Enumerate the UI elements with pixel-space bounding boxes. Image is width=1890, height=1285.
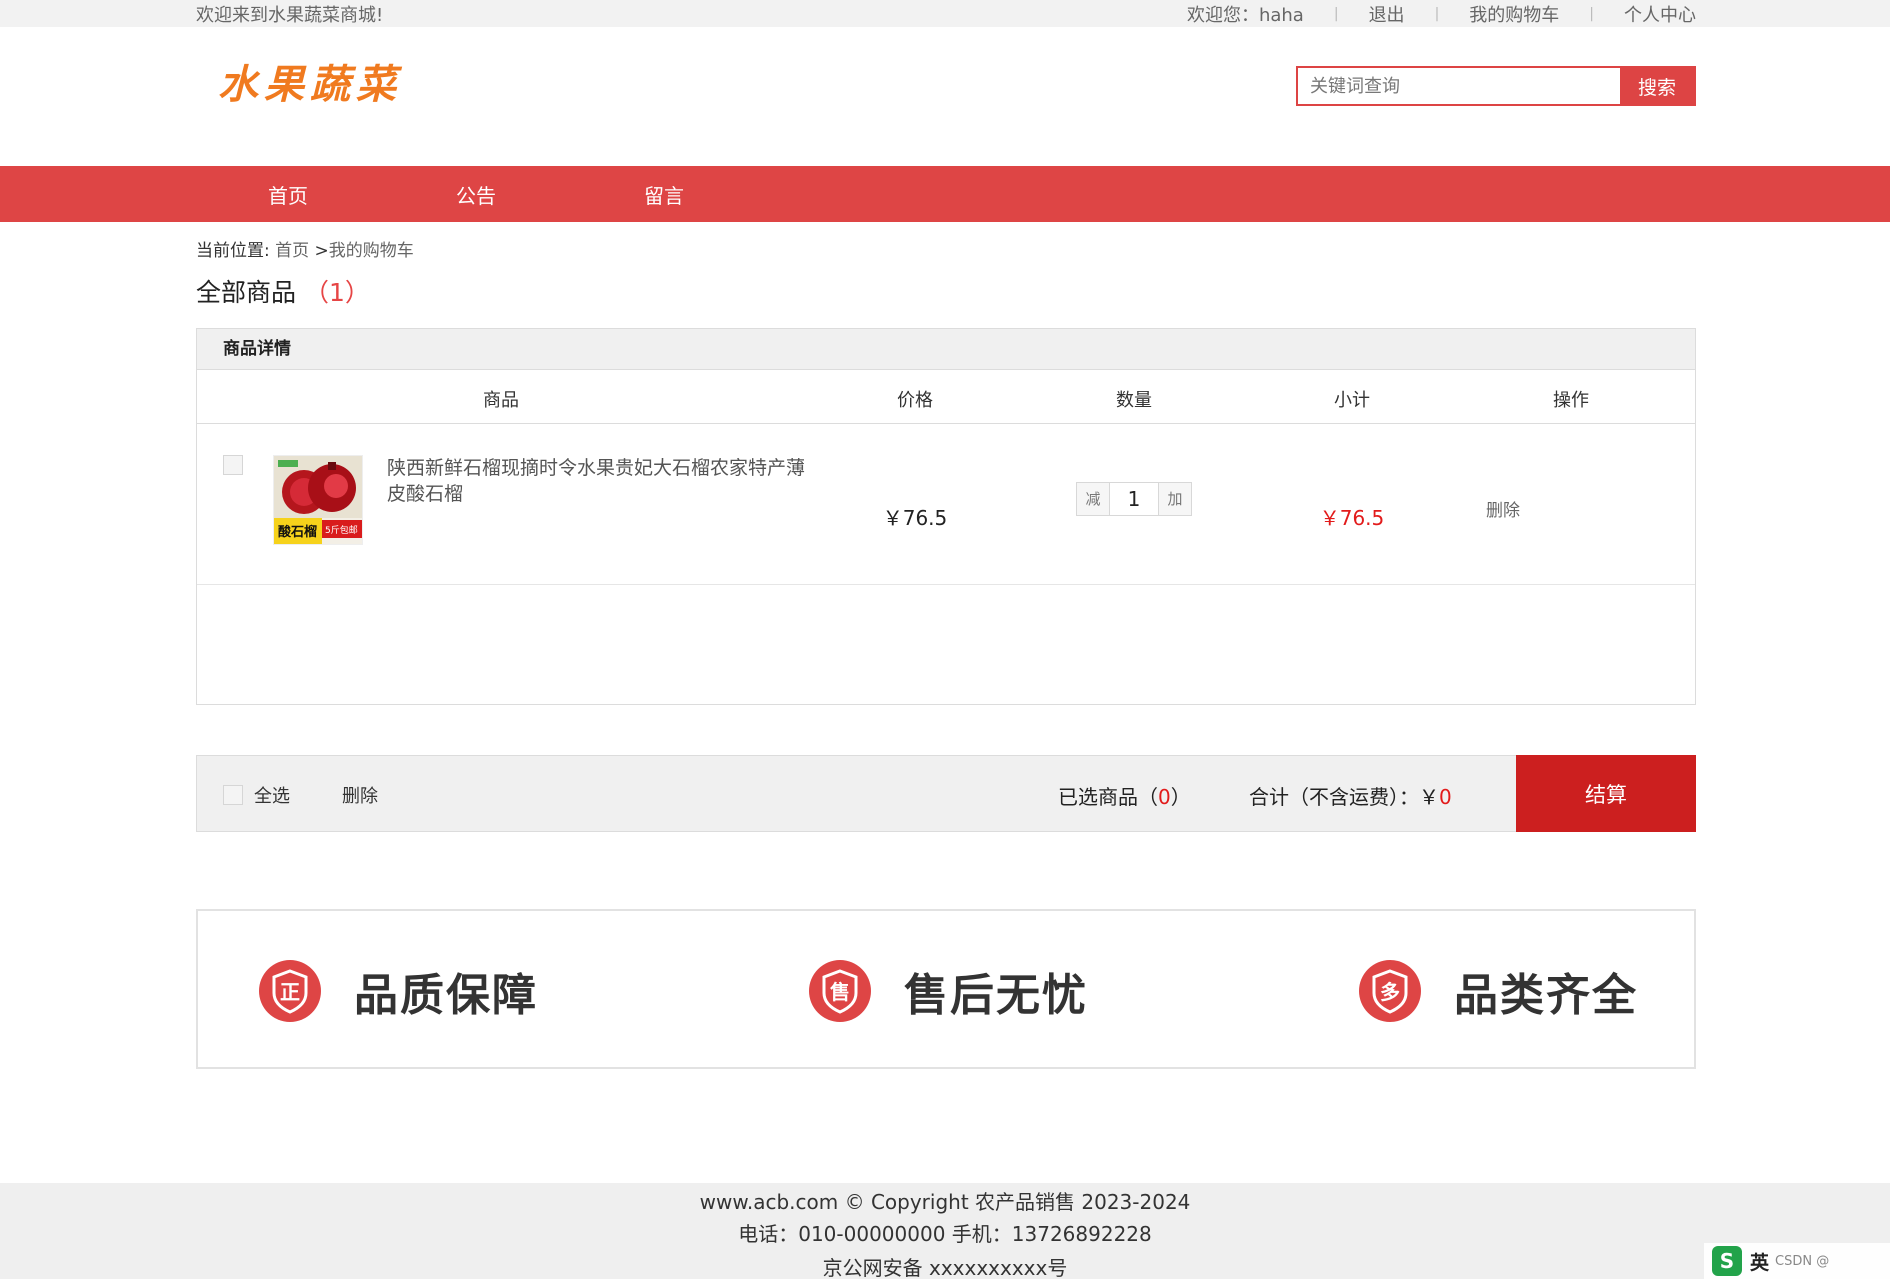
search-button[interactable]: 搜索 — [1620, 68, 1694, 104]
qty-input[interactable]: 1 — [1109, 483, 1159, 515]
main-nav: 首页 公告 留言 — [0, 166, 1890, 222]
product-image[interactable]: 酸石榴 5斤包邮 — [273, 455, 363, 545]
pomegranate-image: 酸石榴 5斤包邮 — [274, 456, 362, 544]
site-logo[interactable]: 水果蔬菜 — [218, 52, 402, 110]
top-links: 欢迎您：haha | 退出 | 我的购物车 | 个人中心 — [1187, 1, 1696, 27]
total-value: 0 — [1439, 785, 1452, 809]
cart-table: 商品详情 商品 价格 数量 小计 操作 酸石榴 5斤包邮 陕西新鲜石榴现摘时令水… — [196, 328, 1696, 705]
breadcrumb: 当前位置: 首页 >我的购物车 — [196, 236, 414, 261]
guarantee-quality: 正 品质保障 — [258, 959, 538, 1023]
breadcrumb-current: 我的购物车 — [328, 241, 414, 261]
checkout-button[interactable]: 结算 — [1516, 755, 1696, 832]
delete-item-link[interactable]: 删除 — [1486, 496, 1520, 521]
site-footer: www.acb.com © Copyright 农产品销售 2023-2024 … — [0, 1183, 1890, 1280]
guarantee-label: 品类齐全 — [1454, 970, 1638, 1021]
breadcrumb-label: 当前位置: — [196, 241, 270, 261]
svg-text:正: 正 — [280, 980, 300, 1004]
page-title: 全部商品 （1） — [196, 273, 370, 309]
total-amount: 合计（不含运费）：￥0 — [1249, 781, 1452, 810]
col-subtotal: 小计 — [1334, 390, 1370, 411]
nav-item-message[interactable]: 留言 — [644, 180, 684, 209]
item-checkbox[interactable] — [223, 455, 243, 475]
svg-text:多: 多 — [1380, 980, 1400, 1004]
ime-toolbar[interactable]: S 英 CSDN @ — [1704, 1243, 1890, 1279]
guarantee-label: 售后无忧 — [904, 970, 1088, 1021]
title-text: 全部商品 — [196, 278, 297, 307]
select-all-label[interactable]: 全选 — [254, 782, 290, 808]
breadcrumb-home-link[interactable]: 首页 — [275, 241, 309, 261]
item-count: （1） — [304, 278, 370, 307]
guarantee-variety: 多 品类齐全 — [1358, 959, 1638, 1023]
footer-copyright: www.acb.com © Copyright 农产品销售 2023-2024 — [699, 1190, 1191, 1214]
product-name-link[interactable]: 陕西新鲜石榴现摘时令水果贵妃大石榴农家特产薄皮酸石榴 — [387, 455, 807, 507]
col-price: 价格 — [897, 390, 933, 411]
selected-count: 已选商品（0） — [1058, 781, 1191, 810]
sogou-icon: S — [1712, 1246, 1742, 1276]
divider: | — [1589, 6, 1594, 22]
col-product: 商品 — [483, 390, 519, 411]
footer-license: 京公网安备 xxxxxxxxxx号 — [822, 1256, 1068, 1280]
guarantee-label: 品质保障 — [354, 970, 538, 1021]
divider: | — [1434, 6, 1440, 22]
quantity-stepper: 减 1 加 — [1076, 482, 1192, 516]
selected-label: 已选商品（ — [1058, 785, 1158, 809]
image-badge: 5斤包邮 — [325, 524, 358, 536]
search-box: 搜索 — [1296, 66, 1696, 106]
my-cart-link[interactable]: 我的购物车 — [1469, 1, 1559, 27]
guarantee-aftersale: 售 售后无忧 — [808, 959, 1088, 1023]
total-label: 合计（不含运费）：￥ — [1249, 785, 1439, 809]
welcome-text: 欢迎来到水果蔬菜商城! — [196, 5, 384, 26]
duo-badge-icon: 多 — [1359, 960, 1421, 1022]
shou-badge-icon: 售 — [809, 960, 871, 1022]
delete-selected-link[interactable]: 删除 — [342, 782, 378, 808]
watermark-text: CSDN @ — [1775, 1253, 1830, 1269]
table-header: 商品 价格 数量 小计 操作 — [197, 370, 1695, 424]
item-subtotal: ￥76.5 — [1319, 506, 1385, 530]
user-greeting: 欢迎您：haha — [1186, 5, 1304, 26]
section-header: 商品详情 — [197, 329, 1695, 370]
top-bar: 欢迎来到水果蔬菜商城! 欢迎您：haha | 退出 | 我的购物车 | 个人中心 — [0, 0, 1890, 27]
col-quantity: 数量 — [1116, 390, 1152, 411]
guarantee-panel: 正 品质保障 售 售后无忧 多 品类齐全 — [196, 909, 1696, 1069]
divider: | — [1333, 6, 1339, 22]
item-price: ￥76.5 — [882, 506, 948, 530]
table-row: 酸石榴 5斤包邮 陕西新鲜石榴现摘时令水果贵妃大石榴农家特产薄皮酸石榴 ￥76.… — [197, 424, 1695, 585]
personal-center-link[interactable]: 个人中心 — [1624, 1, 1696, 27]
col-action: 操作 — [1553, 390, 1589, 411]
search-input[interactable] — [1298, 68, 1620, 104]
zheng-badge-icon: 正 — [259, 960, 321, 1022]
nav-item-notice[interactable]: 公告 — [456, 180, 496, 209]
cart-summary-bar: 全选 删除 已选商品（0） 合计（不含运费）：￥0 结算 — [196, 755, 1696, 832]
qty-increase-button[interactable]: 加 — [1159, 483, 1191, 515]
select-all-checkbox[interactable] — [223, 785, 243, 805]
footer-contact: 电话：010-00000000 手机：13726892228 — [738, 1222, 1152, 1246]
selected-end: ） — [1170, 785, 1191, 809]
logout-link[interactable]: 退出 — [1369, 1, 1405, 27]
nav-item-home[interactable]: 首页 — [268, 180, 308, 209]
svg-text:售: 售 — [830, 980, 850, 1004]
qty-decrease-button[interactable]: 减 — [1077, 483, 1109, 515]
image-text: 酸石榴 — [278, 524, 317, 540]
selected-number: 0 — [1158, 785, 1171, 809]
ime-language[interactable]: 英 — [1750, 1248, 1769, 1275]
breadcrumb-separator: > — [314, 241, 329, 261]
